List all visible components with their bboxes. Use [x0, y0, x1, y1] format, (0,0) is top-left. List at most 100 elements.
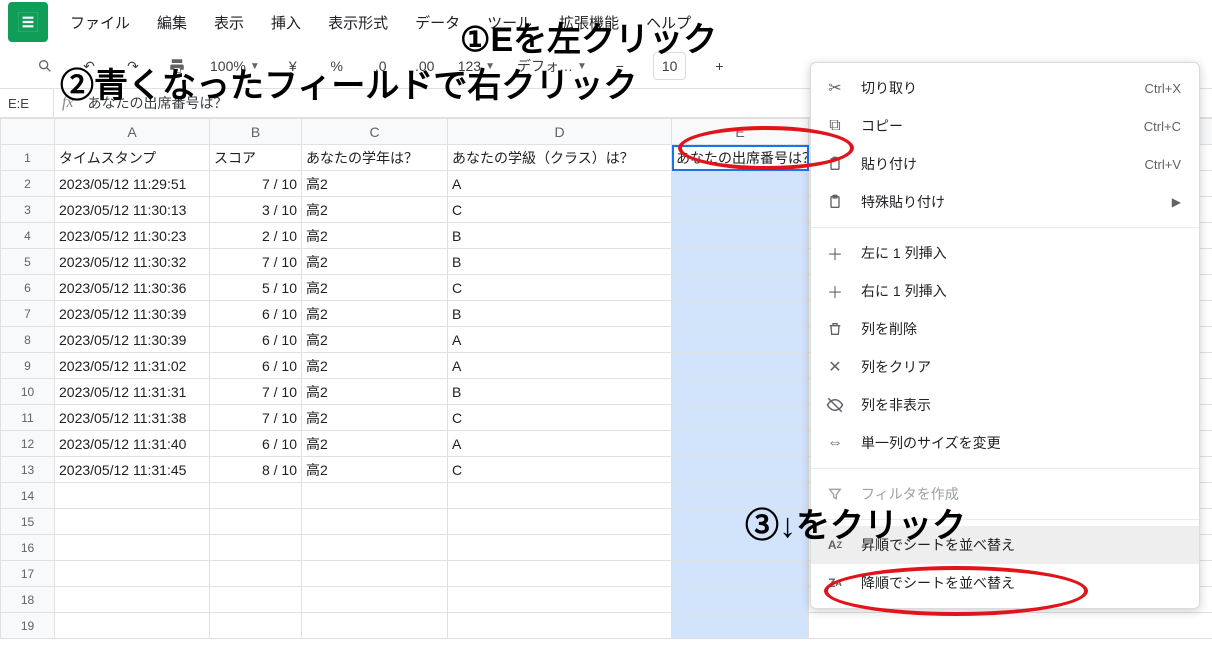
cell[interactable]: C — [448, 197, 672, 223]
row-header[interactable]: 8 — [1, 327, 55, 353]
row-header[interactable]: 17 — [1, 561, 55, 587]
row-header[interactable]: 6 — [1, 275, 55, 301]
cell[interactable] — [672, 561, 809, 587]
cell[interactable] — [448, 535, 672, 561]
redo-icon[interactable]: ↷ — [122, 52, 144, 80]
cell[interactable] — [210, 483, 302, 509]
cell[interactable]: 高2 — [302, 327, 448, 353]
row-header[interactable]: 18 — [1, 587, 55, 613]
cell[interactable]: 2023/05/12 11:30:36 — [55, 275, 210, 301]
menu-help[interactable]: ヘルプ — [646, 12, 691, 33]
ctx-delete-col[interactable]: 列を削除 — [811, 310, 1199, 348]
col-header-C[interactable]: C — [302, 119, 448, 145]
row-header[interactable]: 3 — [1, 197, 55, 223]
cell[interactable] — [672, 353, 809, 379]
cell[interactable] — [302, 587, 448, 613]
col-header-D[interactable]: D — [448, 119, 672, 145]
cell[interactable]: 2023/05/12 11:29:51 — [55, 171, 210, 197]
cell[interactable] — [672, 197, 809, 223]
cell[interactable] — [672, 223, 809, 249]
row-header[interactable]: 19 — [1, 613, 55, 639]
ctx-resize-col[interactable]: ⇔ 単一列のサイズを変更 — [811, 424, 1199, 462]
row-header[interactable]: 1 — [1, 145, 55, 171]
cell[interactable] — [210, 509, 302, 535]
cell[interactable] — [55, 483, 210, 509]
undo-icon[interactable]: ↶ — [78, 52, 100, 80]
cell[interactable]: 高2 — [302, 431, 448, 457]
row-header[interactable]: 11 — [1, 405, 55, 431]
cell[interactable] — [302, 613, 448, 639]
cell[interactable]: 2023/05/12 11:30:32 — [55, 249, 210, 275]
ctx-clear-col[interactable]: ✕ 列をクリア — [811, 348, 1199, 386]
name-box[interactable]: E:E — [0, 89, 54, 117]
cell[interactable]: 2023/05/12 11:30:23 — [55, 223, 210, 249]
decrease-decimal-button[interactable]: .0 — [370, 52, 392, 80]
cell[interactable]: 高2 — [302, 223, 448, 249]
row-header[interactable]: 5 — [1, 249, 55, 275]
row-header[interactable]: 13 — [1, 457, 55, 483]
row-header[interactable]: 7 — [1, 301, 55, 327]
cell[interactable] — [210, 561, 302, 587]
font-size-input[interactable]: 10 — [653, 52, 687, 80]
cell[interactable]: 2023/05/12 11:31:40 — [55, 431, 210, 457]
ctx-cut[interactable]: ✂ 切り取り Ctrl+X — [811, 69, 1199, 107]
menu-data[interactable]: データ — [415, 12, 460, 33]
ctx-insert-left[interactable]: ＋ 左に 1 列挿入 — [811, 234, 1199, 272]
cell[interactable] — [55, 613, 210, 639]
cell[interactable] — [302, 561, 448, 587]
col-header-B[interactable]: B — [210, 119, 302, 145]
number-format-dropdown[interactable]: 123▼ — [458, 58, 495, 74]
cell[interactable]: 3 / 10 — [210, 197, 302, 223]
cell[interactable]: 7 / 10 — [210, 379, 302, 405]
cell[interactable]: 6 / 10 — [210, 431, 302, 457]
cell[interactable]: A — [448, 431, 672, 457]
cell[interactable] — [210, 587, 302, 613]
print-icon[interactable] — [166, 52, 188, 80]
cell[interactable]: 2023/05/12 11:30:39 — [55, 301, 210, 327]
cell[interactable]: 2023/05/12 11:31:38 — [55, 405, 210, 431]
ctx-sort-desc[interactable]: ZA 降順でシートを並べ替え — [811, 564, 1199, 602]
cell[interactable]: 7 / 10 — [210, 405, 302, 431]
cell[interactable]: 6 / 10 — [210, 353, 302, 379]
cell[interactable]: 高2 — [302, 301, 448, 327]
cell[interactable]: A — [448, 353, 672, 379]
row-header[interactable]: 4 — [1, 223, 55, 249]
ctx-create-filter[interactable]: フィルタを作成 — [811, 475, 1199, 513]
cell[interactable] — [672, 457, 809, 483]
cell[interactable] — [210, 613, 302, 639]
cell[interactable]: A — [448, 327, 672, 353]
cell[interactable] — [672, 275, 809, 301]
cell[interactable]: B — [448, 249, 672, 275]
cell[interactable] — [809, 613, 1212, 639]
currency-button[interactable]: ¥ — [282, 52, 304, 80]
cell[interactable]: A — [448, 171, 672, 197]
row-header[interactable]: 16 — [1, 535, 55, 561]
cell[interactable]: 5 / 10 — [210, 275, 302, 301]
cell[interactable] — [302, 483, 448, 509]
cell[interactable]: あなたの出席番号は？ — [672, 145, 809, 171]
cell[interactable]: タイムスタンプ — [55, 145, 210, 171]
cell[interactable] — [672, 509, 809, 535]
ctx-sort-asc[interactable]: AZ 昇順でシートを並べ替え — [811, 526, 1199, 564]
font-family-dropdown[interactable]: デフォ…▼ — [517, 56, 587, 76]
cell[interactable]: 高2 — [302, 379, 448, 405]
ctx-copy[interactable]: ⧉ コピー Ctrl+C — [811, 107, 1199, 145]
cell[interactable]: C — [448, 457, 672, 483]
cell[interactable] — [672, 613, 809, 639]
cell[interactable] — [448, 587, 672, 613]
zoom-dropdown[interactable]: 100%▼ — [210, 58, 260, 74]
cell[interactable]: 2023/05/12 11:31:02 — [55, 353, 210, 379]
cell[interactable] — [302, 535, 448, 561]
ctx-insert-right[interactable]: ＋ 右に 1 列挿入 — [811, 272, 1199, 310]
ctx-paste[interactable]: 貼り付け Ctrl+V — [811, 145, 1199, 183]
cell[interactable]: B — [448, 301, 672, 327]
cell[interactable] — [448, 483, 672, 509]
cell[interactable]: 7 / 10 — [210, 171, 302, 197]
cell[interactable]: あなたの学年は？ — [302, 145, 448, 171]
cell[interactable]: 2 / 10 — [210, 223, 302, 249]
cell[interactable] — [672, 327, 809, 353]
cell[interactable]: 2023/05/12 11:31:31 — [55, 379, 210, 405]
sheets-app-icon[interactable] — [8, 2, 48, 42]
cell[interactable]: 2023/05/12 11:30:39 — [55, 327, 210, 353]
cell[interactable]: C — [448, 405, 672, 431]
